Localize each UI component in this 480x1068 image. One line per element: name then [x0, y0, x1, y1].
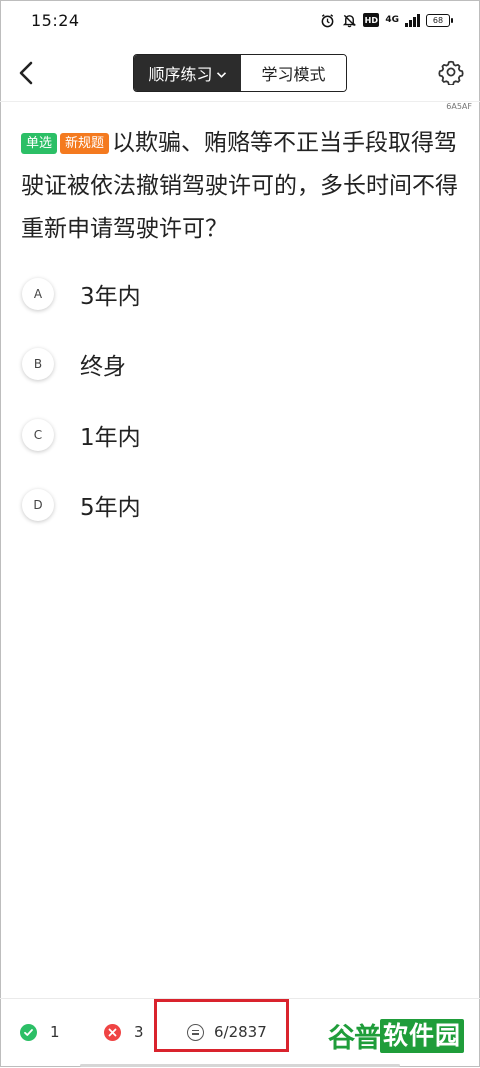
tag-new-rule: 新规题 [60, 133, 110, 154]
option-b[interactable]: B 终身 [22, 346, 442, 382]
watermark-logo: 谷普 软件园 [328, 1017, 470, 1054]
back-arrow-icon[interactable] [15, 58, 39, 88]
signal-icon [405, 13, 420, 27]
status-icons: HD 4G 68 [319, 12, 453, 28]
chevron-down-icon [216, 64, 227, 83]
wrong-count: 3 [134, 1023, 144, 1041]
status-time: 15:24 [31, 11, 80, 30]
gear-icon[interactable] [438, 59, 464, 86]
tab-study-mode[interactable]: 学习模式 [241, 55, 346, 91]
mode-segmented-control: 顺序练习 学习模式 [133, 54, 347, 92]
list-circle-icon [187, 1023, 204, 1041]
correct-count: 1 [50, 1023, 60, 1041]
option-letter: A [22, 278, 54, 310]
hd-icon: HD [363, 13, 380, 27]
option-text: 1年内 [80, 425, 141, 451]
status-bar: 15:24 HD 4G 68 [0, 0, 480, 40]
option-c[interactable]: C 1年内 [22, 417, 442, 453]
question-text-block: 单选 新规题 以欺骗、贿赂等不正当手段取得驾驶证被依法撤销驾驶许可的，多长时间不得重… [21, 122, 461, 251]
option-letter: C [22, 419, 54, 451]
watermark-text-b: 软件园 [380, 1018, 465, 1053]
check-circle-icon [20, 1023, 37, 1041]
option-text: 3年内 [80, 284, 141, 310]
x-circle-icon [104, 1023, 121, 1041]
bell-off-icon [341, 12, 357, 28]
option-text: 5年内 [80, 495, 141, 521]
progress-counter: 6/2837 [214, 1023, 267, 1041]
watermark-text-a: 谷普 [328, 1023, 381, 1054]
tag-single-choice: 单选 [21, 133, 58, 154]
option-letter: D [22, 489, 54, 521]
mode-selected-label: 顺序练习 [148, 65, 213, 84]
option-d[interactable]: D 5年内 [22, 487, 442, 523]
study-mode-label: 学习模式 [261, 65, 326, 84]
network-label: 4G [385, 15, 399, 25]
alarm-icon [319, 12, 335, 28]
correct-count-button[interactable]: 1 [20, 1023, 60, 1041]
mode-dropdown-selected[interactable]: 顺序练习 [134, 55, 241, 91]
bottom-bar: 1 3 6/2837 谷普 软件园 [0, 998, 480, 1068]
option-text: 终身 [80, 354, 126, 380]
wrong-count-button[interactable]: 3 [104, 1023, 144, 1041]
option-letter: B [22, 348, 54, 380]
battery-icon: 68 [426, 13, 453, 27]
top-nav: 顺序练习 学习模式 [0, 44, 480, 102]
nav-divider [0, 101, 480, 102]
question-code: 6A5AF [446, 102, 472, 111]
question-list-button[interactable]: 6/2837 [187, 1023, 267, 1041]
option-a[interactable]: A 3年内 [22, 276, 442, 312]
